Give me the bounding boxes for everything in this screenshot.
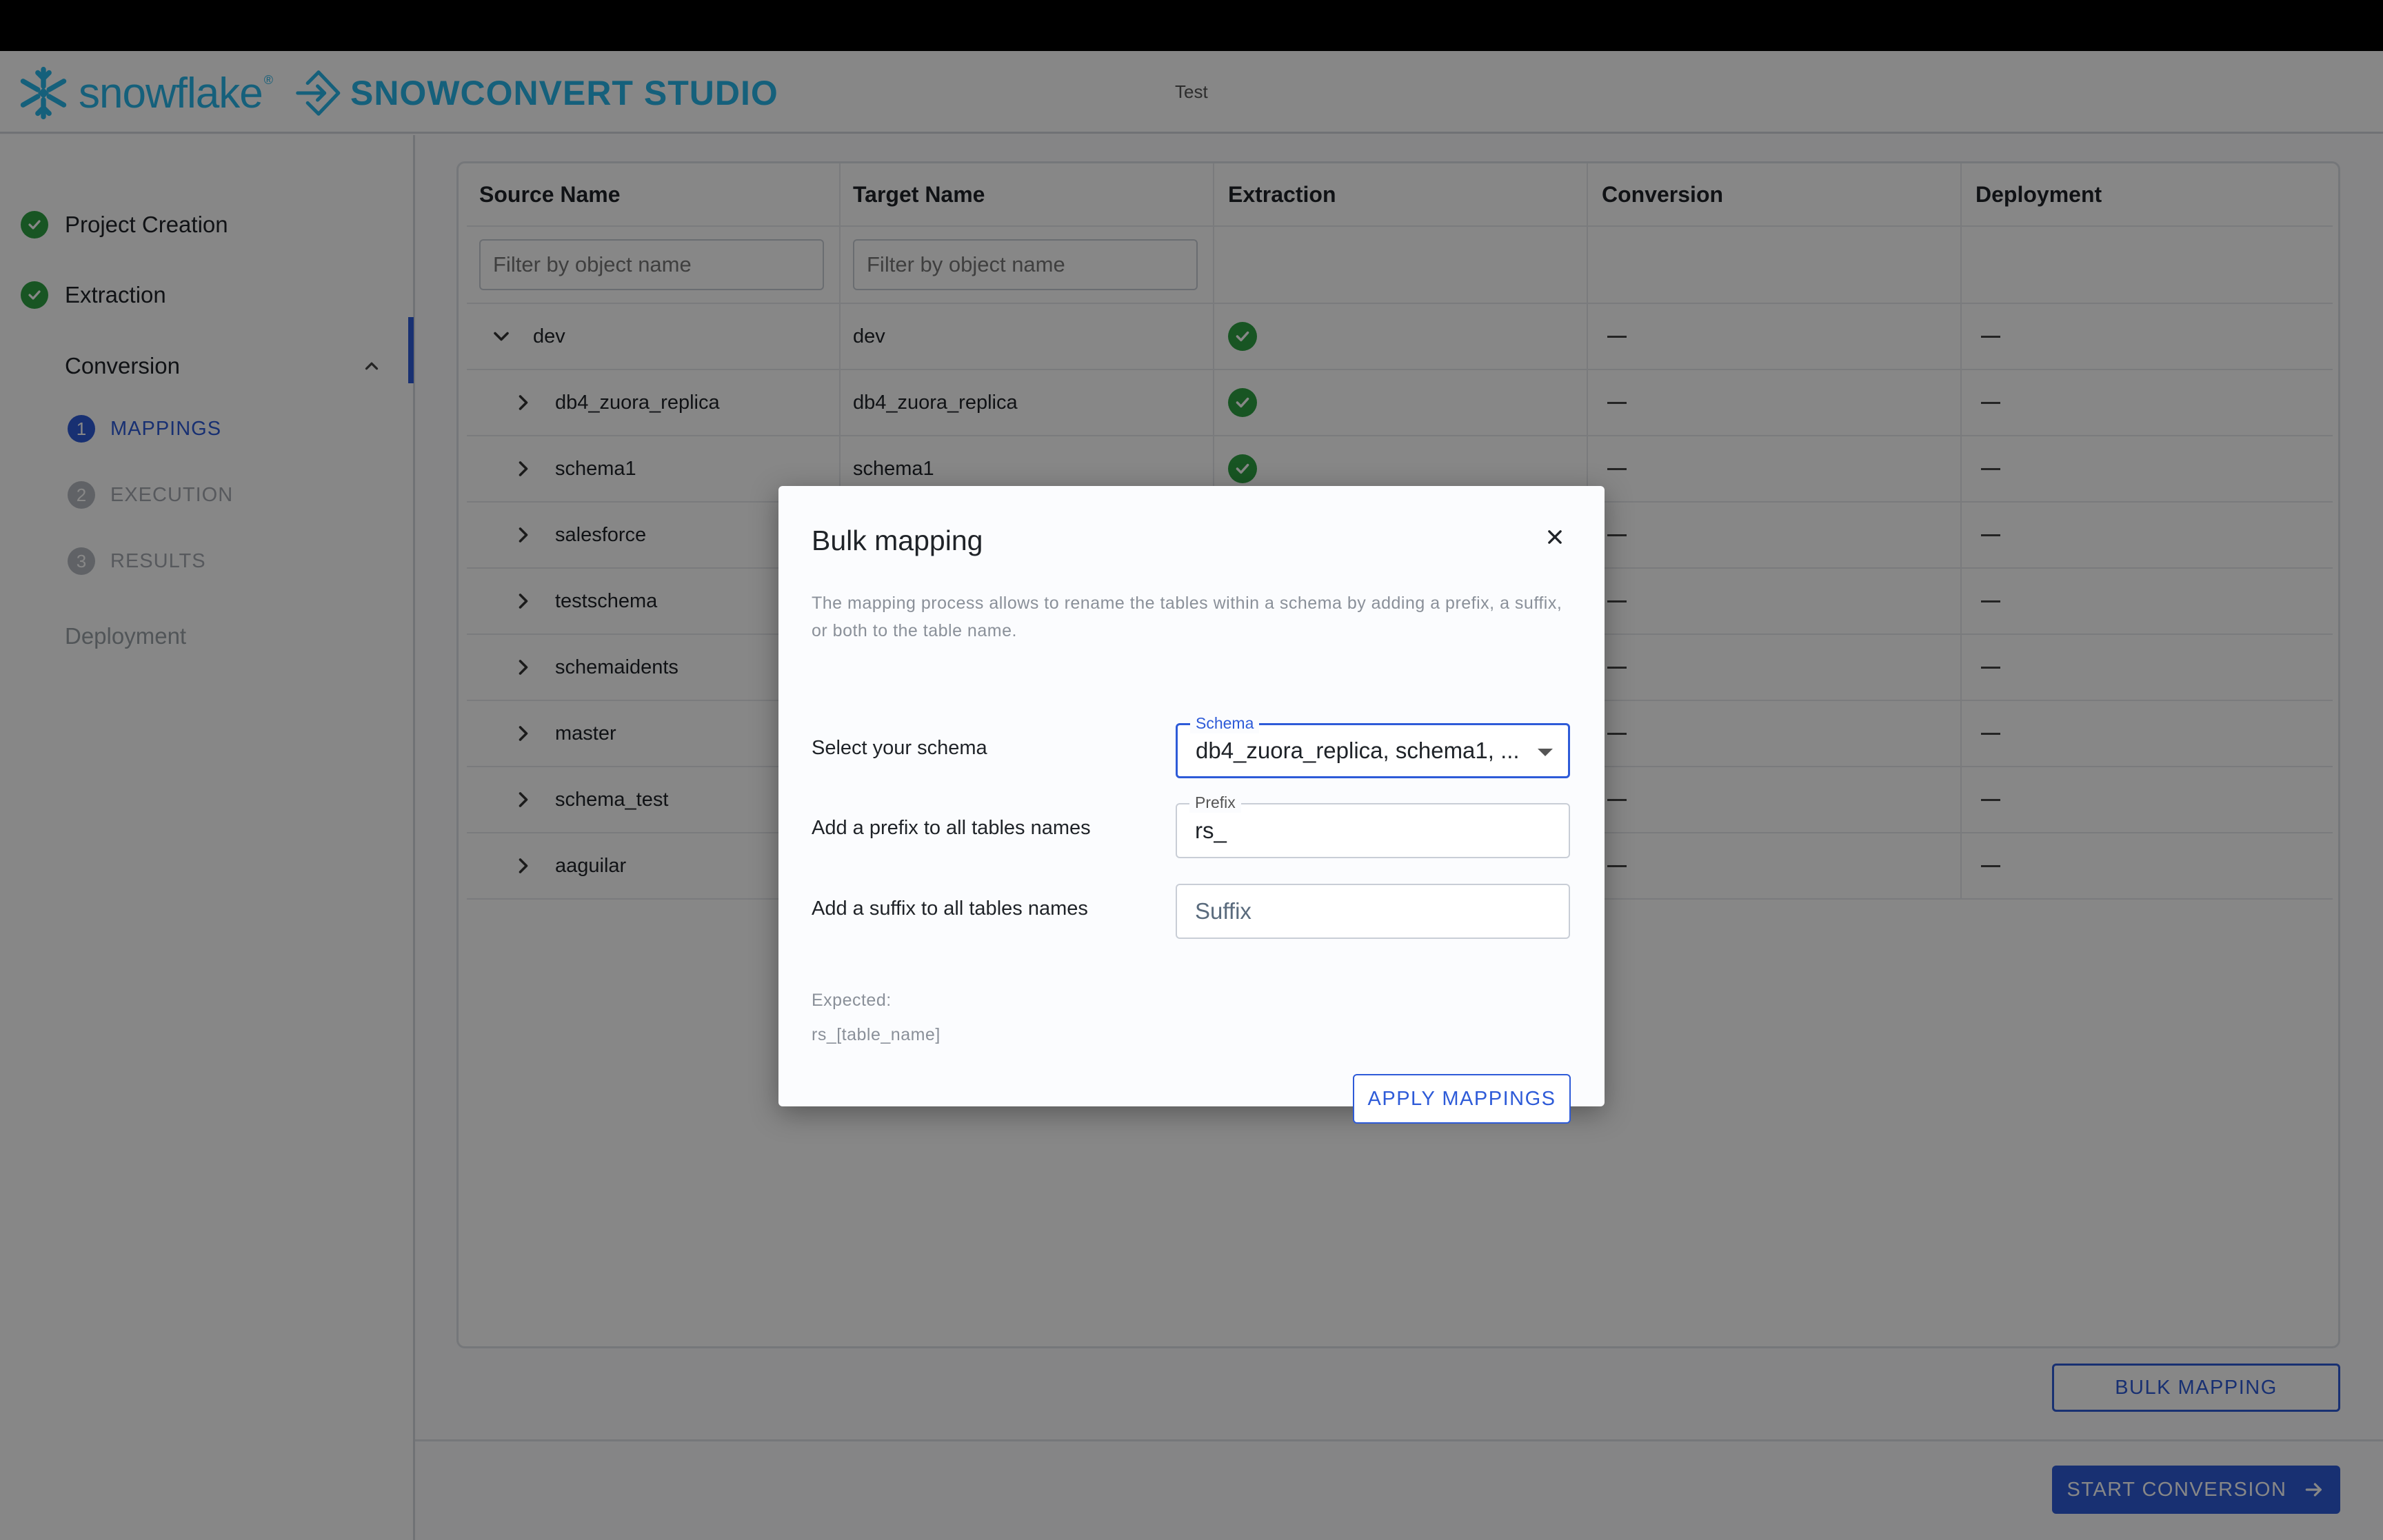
dialog-description: The mapping process allows to rename the…	[812, 594, 1562, 640]
suffix-input[interactable]	[1177, 885, 1569, 938]
schema-select[interactable]: Schema db4_zuora_replica, schema1, ...	[1176, 713, 1570, 778]
caret-down-icon	[1538, 749, 1553, 756]
prefix-row-label: Add a prefix to all tables names	[812, 817, 1091, 839]
app-window: snowflake ® SNOWCONVERT STUDIO Test Proj…	[0, 51, 2383, 1540]
expected-value: rs_[table_name]	[812, 1025, 941, 1044]
suffix-row-label: Add a suffix to all tables names	[812, 898, 1088, 920]
prefix-field[interactable]: Prefix	[1176, 792, 1570, 858]
close-icon	[1548, 530, 1562, 544]
expected-label: Expected:	[812, 991, 892, 1010]
prefix-input[interactable]	[1177, 804, 1569, 857]
suffix-field[interactable]	[1176, 884, 1570, 939]
schema-row-label: Select your schema	[812, 737, 987, 759]
close-button[interactable]	[1540, 522, 1570, 552]
apply-mappings-button[interactable]: APPLY MAPPINGS	[1353, 1074, 1571, 1124]
bulk-mapping-dialog: Bulk mapping The mapping process allows …	[778, 486, 1605, 1124]
schema-select-value: db4_zuora_replica, schema1, ...	[1196, 738, 1520, 763]
dialog-title: Bulk mapping	[812, 525, 983, 556]
